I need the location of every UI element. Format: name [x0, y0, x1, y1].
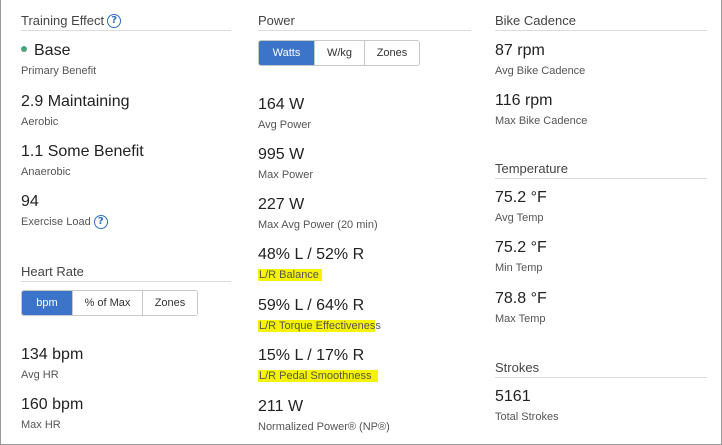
lr-smoothness-value: 15% L / 17% R [258, 347, 365, 364]
exercise-load-metric: 94 Exercise Load? [21, 192, 108, 230]
exercise-load-label: Exercise Load [21, 216, 91, 228]
lr-torque-metric: 59% L / 64% R L/R Torque Effectiveness [258, 296, 381, 333]
lr-smoothness-metric: 15% L / 17% R L/R Pedal Smoothness [258, 346, 378, 383]
min-temp-value: 75.2 °F [495, 239, 547, 256]
avg-power-metric: 164 W Avg Power [258, 95, 311, 132]
help-icon[interactable]: ? [107, 13, 122, 28]
avg-temp-label: Avg Temp [495, 212, 544, 224]
max-hr-label: Max HR [21, 419, 61, 431]
avg-cadence-value: 87 rpm [495, 42, 545, 59]
primary-benefit-label: Primary Benefit [21, 65, 97, 77]
heart-rate-title: Heart Rate [21, 263, 84, 279]
anaerobic-metric: 1.1 Some Benefit Anaerobic [21, 142, 144, 179]
np-value: 211 W [258, 398, 304, 415]
bike-cadence-title: Bike Cadence [495, 12, 576, 28]
stats-panel: Training Effect? Base Primary Benefit 2.… [0, 0, 722, 445]
lr-smoothness-label: L/R Pedal Smoothness [258, 370, 378, 382]
power-header: Power [258, 11, 471, 31]
lr-torque-label-end: s [375, 320, 381, 332]
avg-cadence-metric: 87 rpm Avg Bike Cadence [495, 41, 585, 78]
help-icon[interactable]: ? [93, 215, 108, 230]
max-hr-value: 160 bpm [21, 396, 84, 413]
max-avg-power-value: 227 W [258, 196, 305, 213]
lr-torque-value: 59% L / 64% R [258, 297, 365, 314]
tab-power-zones[interactable]: Zones [364, 41, 419, 65]
bike-cadence-header: Bike Cadence [495, 11, 707, 31]
max-cadence-metric: 116 rpm Max Bike Cadence [495, 91, 587, 128]
max-avg-power-label: Max Avg Power (20 min) [258, 219, 378, 231]
avg-power-value: 164 W [258, 96, 305, 113]
avg-temp-metric: 75.2 °F Avg Temp [495, 188, 547, 225]
heart-rate-header: Heart Rate [21, 262, 231, 282]
max-temp-metric: 78.8 °F Max Temp [495, 289, 547, 326]
max-temp-value: 78.8 °F [495, 290, 547, 307]
power-title: Power [258, 12, 295, 28]
avg-power-label: Avg Power [258, 119, 311, 131]
lr-torque-label: L/R Torque Effectivenes [258, 320, 376, 332]
power-unit-toggle: Watts W/kg Zones [258, 40, 420, 66]
tab-bpm[interactable]: bpm [22, 291, 72, 315]
avg-cadence-label: Avg Bike Cadence [495, 65, 586, 77]
exercise-load-value: 94 [21, 193, 39, 210]
status-dot-icon [21, 45, 27, 52]
tab-hr-zones[interactable]: Zones [142, 291, 197, 315]
tab-w-per-kg[interactable]: W/kg [314, 41, 364, 65]
primary-benefit-value: Base [34, 42, 71, 59]
strokes-header: Strokes [495, 358, 707, 378]
lr-balance-metric: 48% L / 52% R L/R Balance [258, 245, 364, 282]
np-metric: 211 W Normalized Power® (NP®) [258, 397, 390, 434]
avg-temp-value: 75.2 °F [495, 189, 547, 206]
max-avg-power-metric: 227 W Max Avg Power (20 min) [258, 195, 378, 232]
max-power-label: Max Power [258, 169, 314, 181]
total-strokes-value: 5161 [495, 388, 531, 405]
training-effect-header: Training Effect? [21, 11, 231, 31]
lr-balance-label: L/R Balance [258, 269, 322, 281]
anaerobic-value: 1.1 Some Benefit [21, 143, 144, 160]
temperature-title: Temperature [495, 160, 568, 176]
max-hr-metric: 160 bpm Max HR [21, 395, 83, 432]
temperature-header: Temperature [495, 159, 707, 179]
primary-benefit-metric: Base Primary Benefit [21, 41, 96, 78]
min-temp-label: Min Temp [495, 262, 543, 274]
np-label: Normalized Power® (NP®) [258, 421, 390, 433]
avg-hr-metric: 134 bpm Avg HR [21, 345, 83, 382]
avg-hr-value: 134 bpm [21, 346, 84, 363]
max-cadence-value: 116 rpm [495, 92, 553, 109]
aerobic-value: 2.9 Maintaining [21, 93, 130, 110]
strokes-title: Strokes [495, 359, 540, 375]
min-temp-metric: 75.2 °F Min Temp [495, 238, 547, 275]
tab-watts[interactable]: Watts [259, 41, 314, 65]
aerobic-label: Aerobic [21, 116, 59, 128]
max-power-value: 995 W [258, 146, 305, 163]
max-power-metric: 995 W Max Power [258, 145, 313, 182]
aerobic-metric: 2.9 Maintaining Aerobic [21, 92, 130, 129]
anaerobic-label: Anaerobic [21, 166, 71, 178]
max-temp-label: Max Temp [495, 313, 546, 325]
avg-hr-label: Avg HR [21, 369, 59, 381]
training-effect-title: Training Effect [21, 12, 105, 28]
total-strokes-metric: 5161 Total Strokes [495, 387, 559, 424]
tab-percent-of-max[interactable]: % of Max [72, 291, 142, 315]
heart-rate-unit-toggle: bpm % of Max Zones [21, 290, 198, 316]
max-cadence-label: Max Bike Cadence [495, 115, 588, 127]
lr-balance-value: 48% L / 52% R [258, 246, 365, 263]
total-strokes-label: Total Strokes [495, 411, 559, 423]
